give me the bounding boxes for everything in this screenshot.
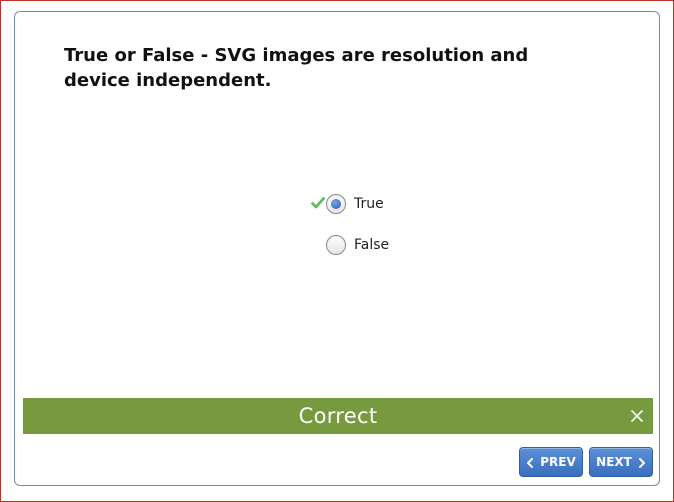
feedback-bar: Correct [23, 398, 653, 434]
quiz-card: True or False - SVG images are resolutio… [14, 11, 660, 486]
next-button[interactable]: NEXT [589, 447, 653, 477]
next-label: NEXT [596, 455, 632, 469]
feedback-text: Correct [298, 404, 378, 428]
chevron-right-icon [638, 457, 646, 468]
correct-check-icon [311, 195, 325, 209]
option-true[interactable]: True [311, 192, 384, 216]
option-false[interactable]: False [311, 233, 389, 257]
check-placeholder [311, 236, 325, 250]
question-text: True or False - SVG images are resolutio… [64, 45, 529, 91]
option-label-true: True [354, 196, 384, 212]
chevron-left-icon [526, 457, 534, 468]
prev-button[interactable]: PREV [519, 447, 583, 477]
outer-frame: True or False - SVG images are resolutio… [0, 0, 674, 502]
radio-true[interactable] [326, 194, 346, 214]
close-icon[interactable] [630, 408, 644, 422]
option-label-false: False [354, 237, 390, 253]
prev-label: PREV [540, 455, 576, 469]
radio-false[interactable] [326, 235, 346, 255]
